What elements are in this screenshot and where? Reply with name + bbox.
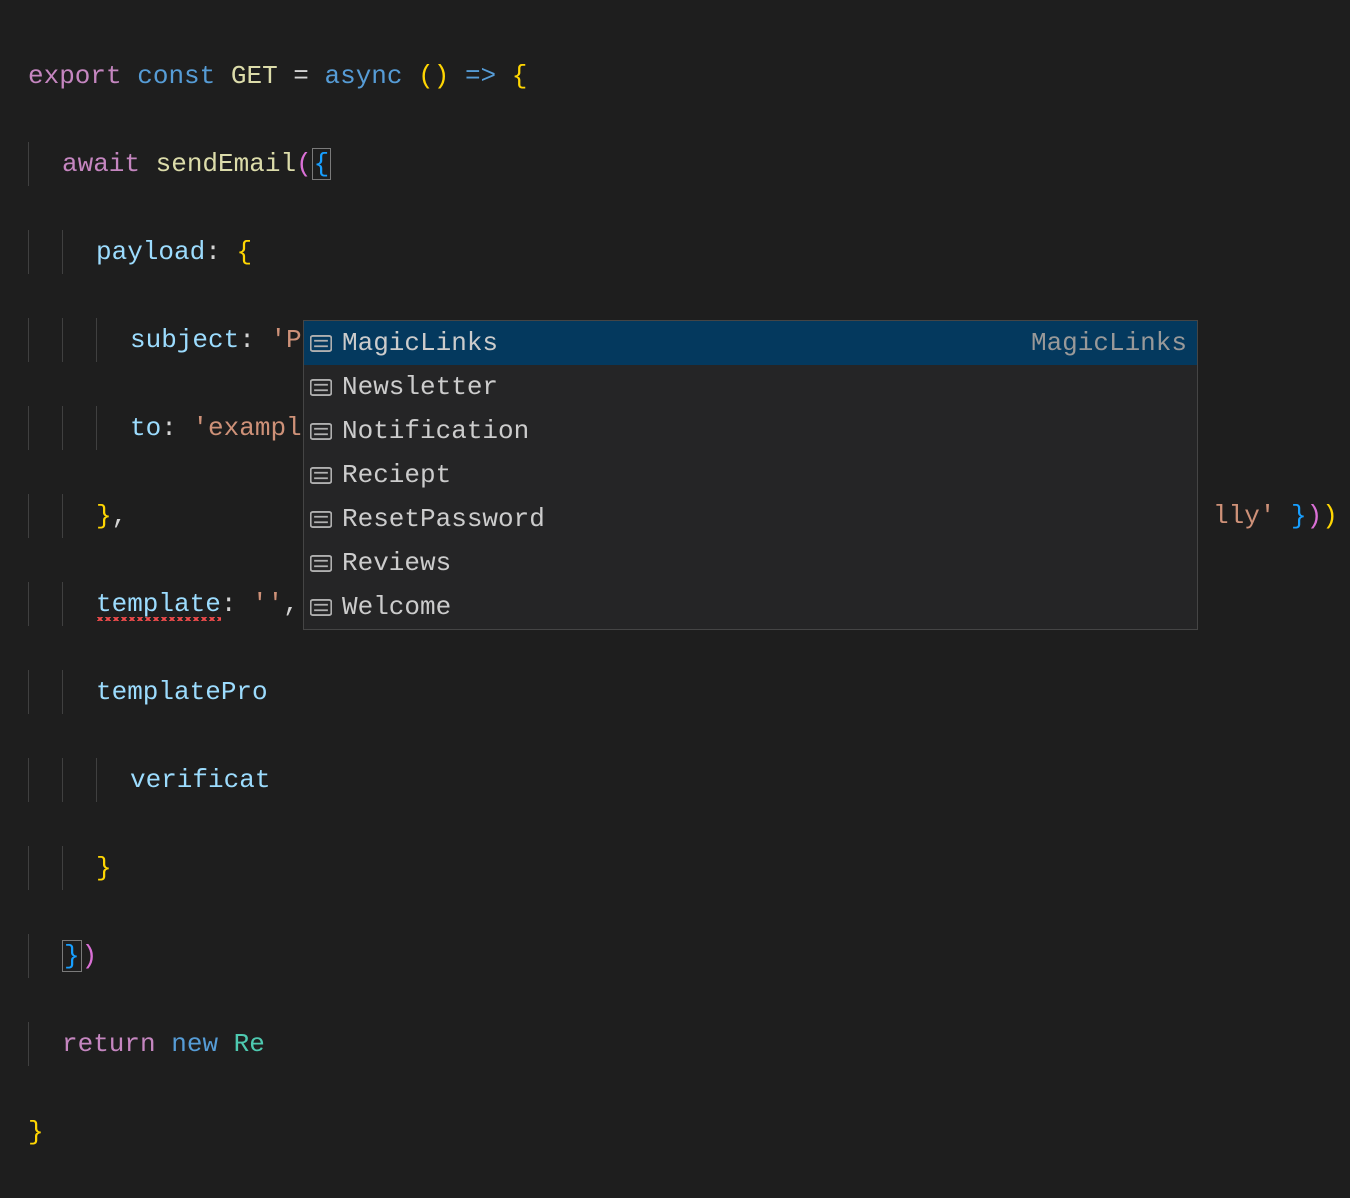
keyword-await: await xyxy=(62,149,140,179)
property-to: to xyxy=(130,413,161,443)
enum-icon xyxy=(310,335,332,352)
autocomplete-detail: MagicLinks xyxy=(1031,321,1187,365)
autocomplete-item[interactable]: Notification xyxy=(304,409,1197,453)
keyword-async: async xyxy=(325,61,403,91)
autocomplete-label: Reviews xyxy=(342,541,1187,585)
paren-close: ) xyxy=(82,941,98,971)
autocomplete-item[interactable]: Newsletter xyxy=(304,365,1197,409)
enum-icon xyxy=(310,599,332,616)
autocomplete-item[interactable]: Reciept xyxy=(304,453,1197,497)
code-line[interactable]: await sendEmail({ xyxy=(28,142,1350,186)
code-line[interactable]: } xyxy=(28,846,1350,890)
keyword-export: export xyxy=(28,61,122,91)
code-line[interactable]: } xyxy=(28,1110,1350,1154)
autocomplete-label: Reciept xyxy=(342,453,1187,497)
autocomplete-item[interactable]: MagicLinksMagicLinks xyxy=(304,321,1197,365)
arrow: => xyxy=(465,61,496,91)
brace-open: { xyxy=(236,237,252,267)
autocomplete-item[interactable]: ResetPassword xyxy=(304,497,1197,541)
enum-icon xyxy=(310,555,332,572)
enum-icon xyxy=(310,423,332,440)
autocomplete-item[interactable]: Welcome xyxy=(304,585,1197,629)
equals: = xyxy=(293,61,309,91)
identifier-re: Re xyxy=(234,1029,265,1059)
code-line[interactable]: return new Re xyxy=(28,1022,1350,1066)
brace-open: { xyxy=(312,148,332,180)
identifier-sendemail: sendEmail xyxy=(156,149,296,179)
code-fragment-tail: lly' })) xyxy=(1213,494,1338,538)
keyword-return: return xyxy=(62,1029,156,1059)
paren-open: ( xyxy=(296,149,312,179)
enum-icon xyxy=(310,511,332,528)
brace-close: } xyxy=(96,853,112,883)
autocomplete-label: MagicLinks xyxy=(342,321,1031,365)
enum-icon xyxy=(310,379,332,396)
property-payload: payload xyxy=(96,237,205,267)
brace-close: } xyxy=(96,501,112,531)
code-line[interactable]: templatePro xyxy=(28,670,1350,714)
string-value: '' xyxy=(252,589,283,619)
brace-open: { xyxy=(512,61,528,91)
code-line[interactable]: payload: { xyxy=(28,230,1350,274)
autocomplete-popup[interactable]: MagicLinksMagicLinksNewsletterNotificati… xyxy=(303,320,1198,630)
code-line[interactable]: }) xyxy=(28,934,1350,978)
code-line[interactable]: export const GET = async () => { xyxy=(28,54,1350,98)
autocomplete-item[interactable]: Reviews xyxy=(304,541,1197,585)
autocomplete-label: Newsletter xyxy=(342,365,1187,409)
property-template-error: template xyxy=(96,589,221,621)
autocomplete-label: Welcome xyxy=(342,585,1187,629)
property-subject: subject xyxy=(130,325,239,355)
autocomplete-label: Notification xyxy=(342,409,1187,453)
identifier-get: GET xyxy=(231,61,278,91)
autocomplete-label: ResetPassword xyxy=(342,497,1187,541)
code-line[interactable]: verificat xyxy=(28,758,1350,802)
brace-close: } xyxy=(28,1117,44,1147)
paren: () xyxy=(418,61,449,91)
property-templatepro: templatePro xyxy=(96,677,268,707)
property-verificat: verificat xyxy=(130,765,270,795)
keyword-const: const xyxy=(137,61,215,91)
enum-icon xyxy=(310,467,332,484)
keyword-new: new xyxy=(171,1029,218,1059)
brace-close: } xyxy=(62,940,82,972)
